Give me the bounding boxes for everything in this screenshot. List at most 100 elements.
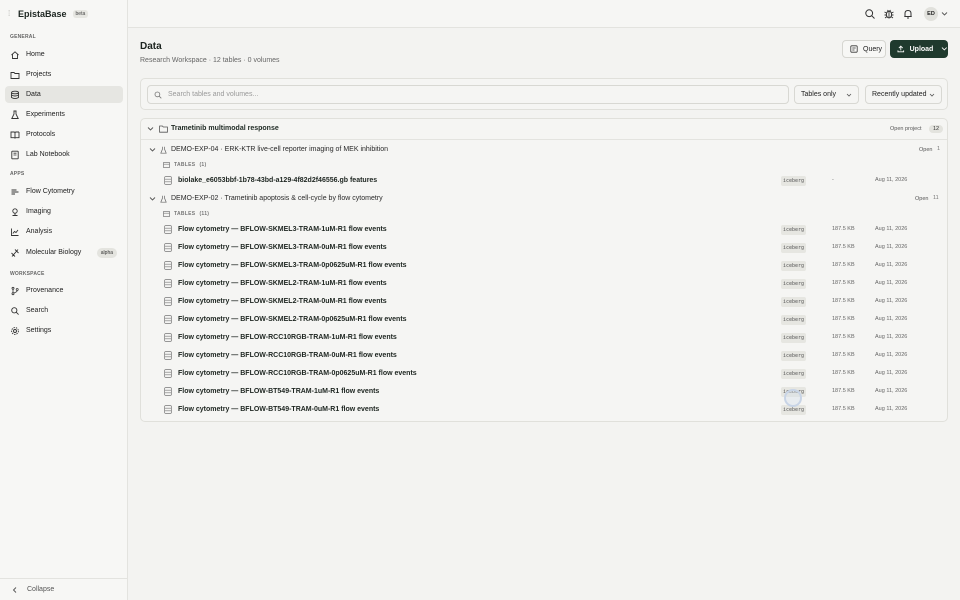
search-input[interactable]: Search tables and volumes...	[147, 85, 789, 104]
search-icon[interactable]	[864, 8, 876, 20]
bug-icon[interactable]	[883, 8, 895, 20]
database-icon	[164, 369, 172, 378]
table-size: 187.5 KB	[832, 226, 855, 232]
branch-icon	[11, 286, 19, 295]
search-icon	[154, 91, 162, 99]
table-row[interactable]: Flow cytometry — BFLOW-BT549-TRAM-1uM-R1…	[159, 383, 947, 401]
search-placeholder: Search tables and volumes...	[168, 91, 259, 98]
alpha-badge: alpha	[96, 247, 117, 258]
sidebar-item-label: Protocols	[26, 131, 56, 138]
table-size: 187.5 KB	[832, 298, 855, 304]
table-row[interactable]: Flow cytometry — BFLOW-SKMEL2-TRAM-1uM-R…	[159, 275, 947, 293]
chevron-down-icon[interactable]	[147, 126, 154, 132]
table-name[interactable]: Flow cytometry — BFLOW-SKMEL2-TRAM-0p062…	[178, 316, 407, 323]
sidebar-item-label: Molecular Biology	[26, 249, 82, 256]
filter-bar: Search tables and volumes... Tables only…	[140, 78, 948, 110]
sidebar-item-label: Home	[26, 51, 45, 58]
book-icon	[10, 131, 20, 139]
upload-icon	[897, 45, 905, 53]
sidebar-item-lab-notebook[interactable]: Lab Notebook	[5, 146, 123, 163]
query-label: Query	[863, 45, 883, 53]
avatar[interactable]: ED	[924, 7, 938, 21]
table-name[interactable]: Flow cytometry — BFLOW-SKMEL2-TRAM-1uM-R…	[178, 280, 387, 287]
upload-button[interactable]: Upload	[890, 40, 948, 58]
table-name[interactable]: Flow cytometry — BFLOW-SKMEL2-TRAM-0uM-R…	[178, 298, 387, 305]
experiment-row[interactable]: DEMO-EXP-04 · ERK-KTR live-cell reporter…	[141, 142, 947, 158]
table-name[interactable]: biolake_e6053bbf-1b78-43bd-a129-4f82d2f4…	[178, 177, 377, 184]
table-row[interactable]: Flow cytometry — BFLOW-SKMEL3-TRAM-0p062…	[159, 257, 947, 275]
table-name[interactable]: Flow cytometry — BFLOW-BT549-TRAM-1uM-R1…	[178, 388, 379, 395]
experiment-open-link[interactable]: Open	[919, 147, 932, 153]
query-button[interactable]: Query	[842, 40, 886, 58]
table-size: -	[832, 177, 834, 183]
table-name[interactable]: Flow cytometry — BFLOW-RCC10RGB-TRAM-1uM…	[178, 334, 397, 341]
tables-count-text: (11)	[199, 211, 210, 217]
database-icon	[164, 225, 172, 234]
chevron-down-icon	[941, 47, 948, 51]
sidebar-item-experiments[interactable]: Experiments	[5, 106, 123, 123]
sidebar-item-projects[interactable]: Projects	[5, 66, 123, 83]
table-name[interactable]: Flow cytometry — BFLOW-RCC10RGB-TRAM-0uM…	[178, 352, 397, 359]
table-date: Aug 11, 2026	[875, 334, 908, 340]
experiment-row[interactable]: DEMO-EXP-02 · Trametinib apoptosis & cel…	[141, 191, 947, 207]
type-filter-select[interactable]: Tables only	[794, 85, 859, 104]
chevron-down-icon[interactable]	[149, 147, 156, 153]
drag-handle-icon: ⁞	[8, 9, 11, 18]
table-row[interactable]: Flow cytometry — BFLOW-SKMEL2-TRAM-0uM-R…	[159, 293, 947, 311]
table-date: Aug 11, 2026	[875, 262, 908, 268]
query-icon	[850, 45, 858, 53]
sidebar-item-imaging[interactable]: Imaging	[5, 203, 123, 220]
table-name[interactable]: Flow cytometry — BFLOW-SKMEL3-TRAM-1uM-R…	[178, 226, 387, 233]
brand[interactable]: ⁞ EpistaBase beta	[8, 8, 89, 20]
dna-icon	[11, 248, 19, 257]
sidebar: ⁞ EpistaBase beta GENERAL Home Projects …	[0, 0, 128, 600]
sidebar-item-label: Settings	[26, 327, 52, 334]
open-project-link[interactable]: Open project	[890, 126, 922, 132]
table-name[interactable]: Flow cytometry — BFLOW-RCC10RGB-TRAM-0p0…	[178, 370, 417, 377]
table-row[interactable]: biolake_e6053bbf-1b78-43bd-a129-4f82d2f4…	[159, 172, 947, 190]
sidebar-item-provenance[interactable]: Provenance	[5, 282, 123, 299]
sidebar-item-label: Search	[26, 307, 49, 314]
sidebar-item-analysis[interactable]: Analysis	[5, 223, 123, 240]
table-row[interactable]: Flow cytometry — BFLOW-RCC10RGB-TRAM-0p0…	[159, 365, 947, 383]
topbar	[128, 0, 960, 28]
tables-label: TABLES (11)	[163, 211, 209, 217]
sidebar-item-home[interactable]: Home	[5, 46, 123, 63]
table-row[interactable]: Flow cytometry — BFLOW-BT549-TRAM-0uM-R1…	[159, 401, 947, 419]
table-row[interactable]: Flow cytometry — BFLOW-SKMEL3-TRAM-0uM-R…	[159, 239, 947, 257]
table-name[interactable]: Flow cytometry — BFLOW-SKMEL3-TRAM-0p062…	[178, 262, 407, 269]
format-badge: iceberg	[781, 315, 807, 325]
database-icon	[164, 243, 172, 252]
sidebar-item-flow-cytometry[interactable]: Flow Cytometry	[5, 183, 123, 200]
experiment-open-link[interactable]: Open	[915, 196, 928, 202]
flask-icon	[11, 110, 19, 119]
table-icon	[163, 162, 170, 168]
chevron-down-icon[interactable]	[149, 196, 156, 202]
collapse-button[interactable]: Collapse	[0, 578, 128, 600]
table-size: 187.5 KB	[832, 406, 855, 412]
section-label-workspace: WORKSPACE	[10, 271, 45, 277]
table-size: 187.5 KB	[832, 244, 855, 250]
chevron-down-icon[interactable]	[941, 11, 948, 17]
sidebar-item-molecular-biology[interactable]: Molecular Biology alpha	[5, 244, 123, 261]
table-row[interactable]: Flow cytometry — BFLOW-SKMEL3-TRAM-1uM-R…	[159, 221, 947, 239]
sidebar-item-protocols[interactable]: Protocols	[5, 126, 123, 143]
table-row[interactable]: Flow cytometry — BFLOW-RCC10RGB-TRAM-1uM…	[159, 329, 947, 347]
gear-icon	[11, 326, 19, 335]
table-name[interactable]: Flow cytometry — BFLOW-SKMEL3-TRAM-0uM-R…	[178, 244, 387, 251]
table-row[interactable]: Flow cytometry — BFLOW-SKMEL2-TRAM-0p062…	[159, 311, 947, 329]
sidebar-item-label: Flow Cytometry	[26, 188, 75, 195]
table-name[interactable]: Flow cytometry — BFLOW-BT549-TRAM-0uM-R1…	[178, 406, 379, 413]
flask-icon	[160, 195, 167, 203]
sidebar-item-search[interactable]: Search	[5, 302, 123, 319]
bell-icon[interactable]	[902, 8, 914, 20]
tables-count-text: (1)	[199, 162, 207, 168]
project-row[interactable]: Trametinib multimodal response Open proj…	[141, 119, 947, 140]
sidebar-item-data[interactable]: Data	[5, 86, 123, 103]
sort-select[interactable]: Recently updated	[865, 85, 942, 104]
format-badge: iceberg	[781, 279, 807, 289]
image-icon	[12, 207, 18, 216]
format-badge: iceberg	[781, 297, 807, 307]
table-row[interactable]: Flow cytometry — BFLOW-RCC10RGB-TRAM-0uM…	[159, 347, 947, 365]
sidebar-item-settings[interactable]: Settings	[5, 322, 123, 339]
